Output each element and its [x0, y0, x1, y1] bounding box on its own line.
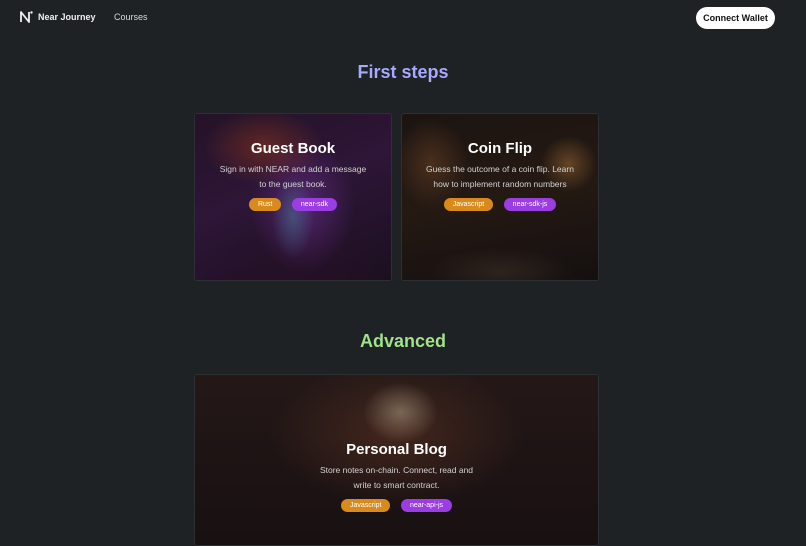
- course-card-personal-blog[interactable]: Personal Blog Store notes on-chain. Conn…: [194, 374, 599, 546]
- connect-wallet-button[interactable]: Connect Wallet: [696, 7, 775, 29]
- card-description: Sign in with NEAR and add a message to t…: [219, 164, 367, 189]
- card-title: Guest Book: [250, 140, 336, 157]
- card-tags: Javascript near-sdk-js: [402, 196, 598, 214]
- tag-near-api-js: near-api-js: [400, 499, 453, 513]
- card-tags: Javascript near-api-js: [195, 497, 598, 515]
- top-nav: Near Journey Courses Connect Wallet: [0, 0, 806, 36]
- card-description: Store notes on-chain. Connect, read and …: [319, 465, 474, 490]
- section-title-advanced: Advanced: [0, 331, 806, 352]
- near-logo-icon[interactable]: [19, 10, 33, 24]
- card-description: Guess the outcome of a coin flip. Learn …: [426, 164, 574, 189]
- card-title: Personal Blog: [346, 441, 447, 458]
- nav-link-courses[interactable]: Courses: [114, 12, 148, 22]
- tag-near-sdk: near-sdk: [291, 198, 338, 212]
- tag-rust: Rust: [248, 198, 282, 212]
- brand-name[interactable]: Near Journey: [38, 12, 96, 22]
- tag-javascript: Javascript: [340, 499, 391, 513]
- course-card-guest-book[interactable]: Guest Book Sign in with NEAR and add a m…: [194, 113, 392, 281]
- card-title: Coin Flip: [467, 140, 533, 157]
- course-card-coin-flip[interactable]: Coin Flip Guess the outcome of a coin fl…: [401, 113, 599, 281]
- section-title-first-steps: First steps: [0, 62, 806, 83]
- tag-javascript: Javascript: [443, 198, 494, 212]
- card-tags: Rust near-sdk: [195, 196, 391, 214]
- tag-near-sdk-js: near-sdk-js: [503, 198, 557, 212]
